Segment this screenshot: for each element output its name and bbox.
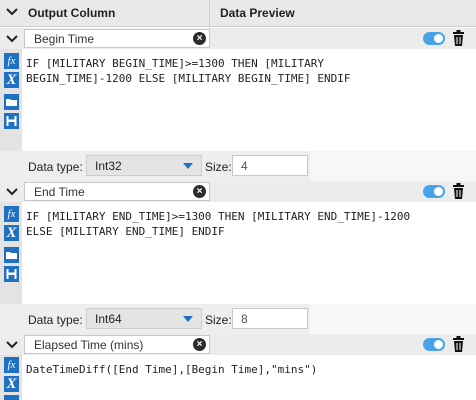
output-field-name-input[interactable]: End Time ×: [24, 182, 210, 201]
expression-toolbar: fx X: [0, 202, 22, 304]
expression-line: DateTimeDiff([End Time],[Begin Time],"mi…: [26, 363, 318, 376]
data-type-row: Data type: Int32 Size: 4: [0, 151, 476, 181]
expression-editor[interactable]: DateTimeDiff([End Time],[Begin Time],"mi…: [26, 362, 317, 377]
x-variable-icon[interactable]: X: [4, 72, 19, 88]
chevron-down-icon[interactable]: [5, 185, 19, 199]
folder-open-icon[interactable]: [4, 94, 19, 110]
save-icon[interactable]: [4, 266, 19, 282]
expression-area: fx X DateTimeDiff([End Time],[Begin Time…: [0, 355, 476, 400]
fx-icon[interactable]: fx: [4, 53, 19, 69]
trash-icon[interactable]: [452, 30, 465, 46]
enable-toggle[interactable]: [423, 338, 445, 351]
expression-area: fx X IF [MILITARY BEGIN_TIME]>=1300 THEN…: [0, 49, 476, 151]
formula-title-row: Elapsed Time (mins) ×: [0, 334, 476, 355]
formula-section-elapsed-time: Elapsed Time (mins) × fx X DateTimeDiff(…: [0, 334, 476, 400]
size-label: Size:: [205, 313, 232, 327]
output-field-name: Elapsed Time (mins): [34, 338, 144, 352]
data-preview-cell: [310, 304, 476, 334]
output-column-header: Output Column: [28, 6, 116, 20]
data-preview-cell: [310, 151, 476, 181]
clear-x-icon[interactable]: ×: [193, 32, 206, 45]
folder-open-icon[interactable]: [4, 247, 19, 263]
output-field-name-input[interactable]: Begin Time ×: [24, 29, 210, 48]
toggle-knob: [434, 187, 443, 196]
column-header: Output Column Data Preview: [0, 0, 476, 27]
expression-line: IF [MILITARY BEGIN_TIME]>=1300 THEN [MIL…: [26, 57, 325, 70]
chevron-down-icon[interactable]: [5, 5, 19, 19]
data-type-row: Data type: Int64 Size: 8: [0, 304, 476, 334]
trash-icon[interactable]: [452, 183, 465, 199]
expression-editor[interactable]: IF [MILITARY BEGIN_TIME]>=1300 THEN [MIL…: [26, 56, 351, 86]
size-input[interactable]: 8: [232, 308, 308, 329]
chevron-down-icon[interactable]: [5, 338, 19, 352]
expression-editor[interactable]: IF [MILITARY END_TIME]>=1300 THEN [MILIT…: [26, 209, 410, 239]
formula-section-end-time: End Time × fx X IF [MILITARY END_TIME]>=…: [0, 181, 476, 334]
header-divider: [209, 0, 210, 27]
toggle-knob: [434, 340, 443, 349]
expression-line: ELSE [MILITARY END_TIME] ENDIF: [26, 225, 225, 238]
size-label: Size:: [205, 160, 232, 174]
enable-toggle[interactable]: [423, 185, 445, 198]
data-type-value: Int32: [95, 159, 122, 173]
data-type-label: Data type:: [28, 313, 83, 327]
data-type-select[interactable]: Int64: [86, 308, 202, 329]
save-icon[interactable]: [4, 113, 19, 129]
output-field-name: Begin Time: [34, 32, 95, 46]
size-value: 4: [241, 159, 248, 173]
chevron-down-icon[interactable]: [5, 32, 19, 46]
size-value: 8: [241, 312, 248, 326]
expression-line: BEGIN_TIME]-1200 ELSE [MILITARY BEGIN_TI…: [26, 72, 351, 85]
data-preview-header: Data Preview: [220, 6, 295, 20]
data-type-value: Int64: [95, 312, 122, 326]
output-field-name-input[interactable]: Elapsed Time (mins) ×: [24, 335, 210, 354]
clear-x-icon[interactable]: ×: [193, 338, 206, 351]
enable-toggle[interactable]: [423, 32, 445, 45]
expression-line: IF [MILITARY END_TIME]>=1300 THEN [MILIT…: [26, 210, 411, 223]
trash-icon[interactable]: [452, 336, 465, 352]
folder-open-icon[interactable]: [4, 395, 19, 400]
data-type-select[interactable]: Int32: [86, 155, 202, 176]
fx-icon[interactable]: fx: [4, 357, 19, 373]
expression-area: fx X IF [MILITARY END_TIME]>=1300 THEN […: [0, 202, 476, 304]
toggle-knob: [434, 34, 443, 43]
formula-title-row: End Time ×: [0, 181, 476, 202]
x-variable-icon[interactable]: X: [4, 225, 19, 241]
formula-title-row: Begin Time ×: [0, 28, 476, 49]
dropdown-arrow-icon: [183, 163, 193, 169]
size-input[interactable]: 4: [232, 155, 308, 176]
formula-section-begin-time: Begin Time × fx X IF [MILITARY BEGIN_TIM…: [0, 28, 476, 181]
output-field-name: End Time: [34, 185, 85, 199]
expression-toolbar: fx X: [0, 355, 22, 400]
x-variable-icon[interactable]: X: [4, 376, 19, 392]
fx-icon[interactable]: fx: [4, 206, 19, 222]
data-type-label: Data type:: [28, 160, 83, 174]
dropdown-arrow-icon: [183, 316, 193, 322]
expression-toolbar: fx X: [0, 49, 22, 151]
clear-x-icon[interactable]: ×: [193, 185, 206, 198]
